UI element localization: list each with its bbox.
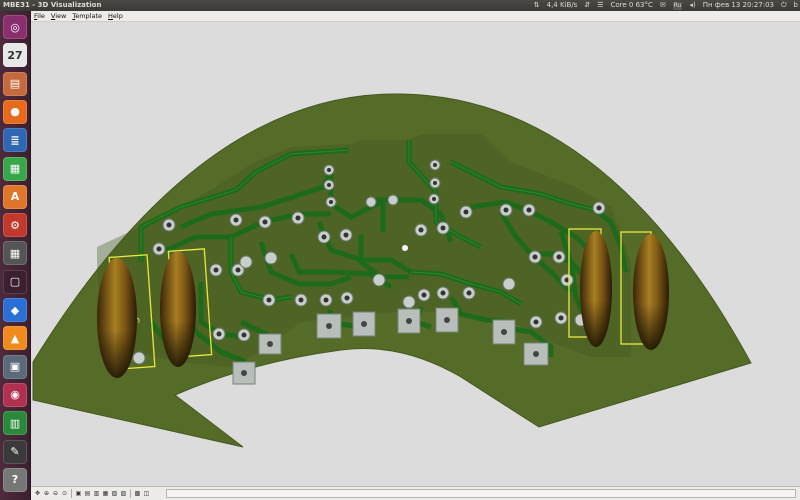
via-marker (402, 245, 408, 251)
network-monitor-icon[interactable]: ⇵ (584, 0, 590, 11)
capacitor-left-1 (97, 258, 137, 378)
window-title: MBE31 - 3D Visualization (3, 1, 102, 9)
network-speed: 4,4 KiB/s (546, 1, 578, 9)
app-icon-2[interactable]: ◉ (3, 382, 27, 407)
menu-icon[interactable]: ☰ (597, 0, 603, 11)
bottom-toolbar: ✥ ⊕ ⊖ ⊙ ▣ ▤ ▥ ▦ ▧ ▨ ▩ ◫ (31, 486, 800, 500)
workspaces-icon[interactable]: ▢ (3, 269, 27, 294)
calc-icon[interactable]: ▦ (3, 156, 27, 181)
horizontal-scrollbar[interactable] (166, 489, 796, 498)
help-icon[interactable]: ? (3, 467, 27, 492)
menu-view[interactable]: View (51, 11, 66, 21)
dropbox-icon[interactable]: ◆ (3, 298, 27, 322)
top-panel: MBE31 - 3D Visualization ⇅ 4,4 KiB/s ⇵ ☰… (0, 0, 800, 11)
app-icon-3[interactable]: ▥ (3, 411, 27, 436)
app-icon-4[interactable]: ✎ (3, 439, 27, 464)
zoom-fit-icon[interactable]: ⊙ (61, 490, 68, 498)
writer-icon[interactable]: ≣ (3, 128, 27, 153)
power-icon[interactable]: ⏻ (781, 0, 787, 11)
settings-icon[interactable]: ⚙ (3, 213, 27, 238)
menu-help[interactable]: Help (108, 11, 123, 21)
vlc-icon[interactable]: ▲ (3, 326, 27, 351)
capacitor-right-1 (580, 231, 612, 347)
view-top-icon[interactable]: ▤ (84, 490, 91, 498)
launcher: ◎ 27 ▤ ● ≣ ▦ A ⚙ ▦ ▢ ◆ ▲ ▣ ◉ ▥ ✎? (0, 11, 31, 500)
firefox-icon[interactable]: ● (3, 99, 27, 124)
keyboard-layout[interactable]: Ru (672, 1, 683, 10)
move-icon[interactable]: ✥ (34, 490, 41, 498)
view-left-icon[interactable]: ▦ (102, 490, 109, 498)
calculator-icon[interactable]: ▦ (3, 241, 27, 266)
cpu-temp[interactable]: Core 0 63°C (610, 0, 652, 11)
view-iso-icon[interactable]: ▨ (120, 490, 127, 498)
view-right-icon[interactable]: ▧ (111, 490, 118, 498)
capacitor-left-2 (160, 251, 196, 367)
calendar-icon[interactable]: 27 (3, 43, 27, 68)
render-icon[interactable]: ▩ (134, 490, 141, 498)
software-center-icon[interactable]: A (3, 184, 27, 209)
layers-icon[interactable]: ◫ (143, 490, 150, 498)
view-bottom-icon[interactable]: ▥ (93, 490, 100, 498)
app-icon-1[interactable]: ▣ (3, 354, 27, 379)
user-initial[interactable]: b (794, 0, 798, 11)
menu-file[interactable]: File (34, 11, 45, 21)
zoom-in-icon[interactable]: ⊕ (43, 490, 50, 498)
3d-viewport[interactable]: C (31, 22, 800, 486)
volume-icon[interactable]: ◂) (689, 0, 695, 11)
pcb-3d-render[interactable]: C (31, 22, 800, 486)
capacitor-right-2 (633, 234, 669, 350)
menu-template[interactable]: Template (72, 11, 102, 21)
files-icon[interactable]: ▤ (3, 71, 27, 96)
network-icon[interactable]: ⇅ (534, 0, 540, 11)
mail-icon[interactable]: ✉ (660, 0, 666, 11)
view-front-icon[interactable]: ▣ (75, 490, 82, 498)
datetime[interactable]: Пн фев 13 20:27:03 (703, 0, 774, 11)
ubuntu-dash-icon[interactable]: ◎ (3, 15, 27, 39)
zoom-out-icon[interactable]: ⊖ (52, 490, 59, 498)
system-tray: ⇅ 4,4 KiB/s ⇵ ☰ Core 0 63°C ✉ Ru ◂) Пн ф… (534, 0, 798, 11)
menubar: File View Template Help (31, 11, 800, 22)
